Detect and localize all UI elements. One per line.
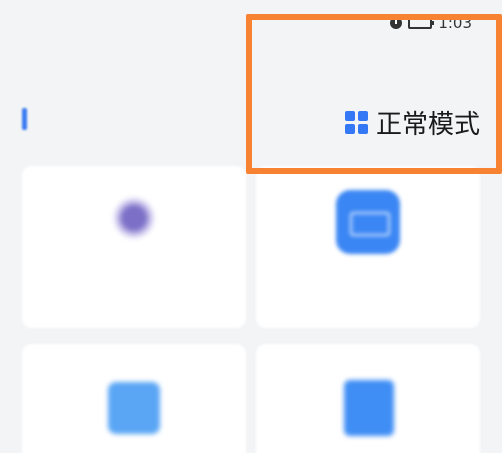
section-accent-bar	[22, 108, 27, 130]
round-icon	[114, 198, 154, 238]
status-right-group: 1:03	[390, 14, 472, 32]
alarm-icon	[390, 17, 403, 29]
service-card[interactable]	[256, 344, 480, 453]
mode-toggle-button[interactable]: 正常模式	[344, 104, 480, 141]
battery-icon	[408, 17, 435, 29]
status-bar: 1:03	[0, 0, 502, 48]
service-card[interactable]	[256, 166, 480, 328]
mode-toggle-label: 正常模式	[375, 110, 480, 140]
grid-icon	[344, 111, 368, 134]
service-card[interactable]	[22, 344, 246, 453]
id-card-icon	[336, 190, 400, 254]
service-card[interactable]	[22, 166, 246, 328]
scan-icon	[108, 382, 160, 434]
status-time: 1:03	[438, 14, 472, 32]
document-icon	[344, 380, 394, 436]
